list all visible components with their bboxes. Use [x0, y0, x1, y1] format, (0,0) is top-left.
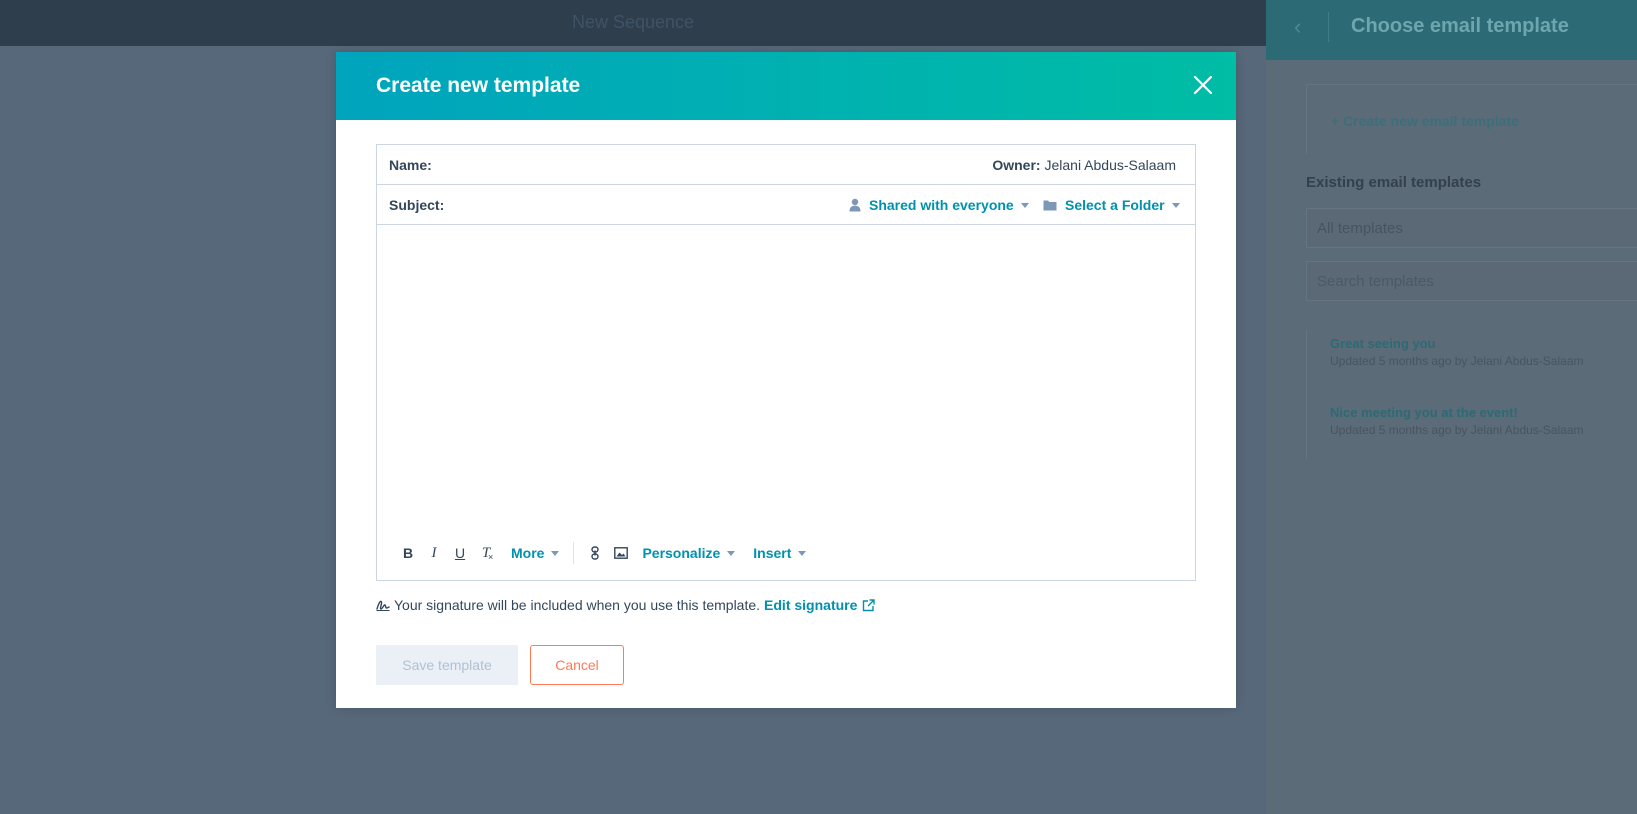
insert-menu-button[interactable]: Insert [753, 545, 807, 561]
template-name[interactable]: Nice meeting you at the event! [1330, 405, 1584, 420]
formatting-toolbar: B I U T × More Personalize Insert [395, 540, 807, 566]
caret-down-icon [727, 550, 736, 556]
owner-value: Jelani Abdus-Salaam [1044, 157, 1176, 173]
caret-down-icon [551, 550, 560, 556]
close-icon[interactable] [1192, 74, 1214, 96]
bold-button[interactable]: B [395, 540, 421, 566]
more-label: More [511, 545, 545, 561]
app-topbar: New Sequence [0, 0, 1266, 46]
sharing-dropdown[interactable]: Shared with everyone [849, 197, 1029, 213]
subject-row: Subject: Shared with everyone Select a F… [377, 185, 1195, 225]
folder-label: Select a Folder [1065, 197, 1165, 213]
signature-icon [376, 599, 390, 611]
create-template-link[interactable]: + Create new email template [1331, 113, 1519, 129]
personalize-label: Personalize [642, 545, 721, 561]
template-name[interactable]: Great seeing you [1330, 336, 1584, 351]
person-icon [849, 198, 861, 212]
owner-label: Owner: [992, 157, 1041, 173]
save-template-button[interactable]: Save template [376, 645, 518, 685]
list-item[interactable]: Great seeing you Updated 5 months ago by… [1330, 336, 1584, 368]
cancel-button[interactable]: Cancel [530, 645, 624, 685]
name-row: Name: Owner: Jelani Abdus-Salaam [377, 145, 1195, 185]
owner-info: Owner: Jelani Abdus-Salaam [992, 157, 1176, 173]
chevron-left-icon[interactable]: ‹ [1294, 14, 1301, 40]
template-filter-select[interactable]: All templates [1306, 208, 1637, 248]
email-body-editor[interactable] [377, 226, 1195, 516]
name-label: Name: [389, 157, 432, 173]
clear-format-button[interactable]: T × [473, 540, 499, 566]
sharing-label: Shared with everyone [869, 197, 1014, 213]
more-menu-button[interactable]: More [511, 545, 560, 561]
caret-down-icon [1020, 202, 1029, 208]
caret-down-icon [1171, 202, 1180, 208]
panel-title: Choose email template [1351, 15, 1569, 37]
italic-button[interactable]: I [421, 540, 447, 566]
template-meta: Updated 5 months ago by Jelani Abdus-Sal… [1330, 354, 1584, 368]
panel-header-divider [1328, 12, 1329, 42]
subject-field[interactable] [451, 193, 831, 217]
folder-icon [1043, 199, 1057, 211]
sequence-title: New Sequence [571, 12, 695, 32]
caret-down-icon [798, 550, 807, 556]
insert-label: Insert [753, 545, 792, 561]
template-editor: Name: Owner: Jelani Abdus-Salaam Subject… [376, 144, 1196, 581]
folder-dropdown[interactable]: Select a Folder [1043, 197, 1180, 213]
image-icon[interactable] [608, 540, 634, 566]
name-field[interactable] [439, 153, 959, 177]
edit-signature-link[interactable]: Edit signature [764, 597, 876, 613]
template-panel: ‹ Choose email template + Create new ema… [1266, 0, 1637, 814]
link-icon[interactable] [582, 540, 608, 566]
signature-text: Your signature will be included when you… [394, 597, 761, 613]
panel-header: ‹ Choose email template [1266, 0, 1637, 60]
underline-button[interactable]: U [447, 540, 473, 566]
personalize-menu-button[interactable]: Personalize [642, 545, 736, 561]
remove-mark-icon: × [488, 552, 494, 562]
list-item[interactable]: Nice meeting you at the event! Updated 5… [1330, 405, 1584, 437]
subject-label: Subject: [389, 197, 445, 213]
modal-header: Create new template [336, 52, 1236, 120]
signature-notice: Your signature will be included when you… [376, 597, 876, 613]
toolbar-divider [573, 542, 575, 564]
modal-title: Create new template [376, 74, 581, 97]
existing-templates-heading: Existing email templates [1306, 174, 1482, 191]
template-search-input[interactable]: Search templates [1306, 261, 1637, 301]
template-meta: Updated 5 months ago by Jelani Abdus-Sal… [1330, 423, 1584, 437]
create-template-modal: Create new template Name: Owner: Jelani … [336, 52, 1236, 708]
edit-signature-label: Edit signature [764, 597, 858, 613]
external-link-icon [862, 598, 876, 612]
